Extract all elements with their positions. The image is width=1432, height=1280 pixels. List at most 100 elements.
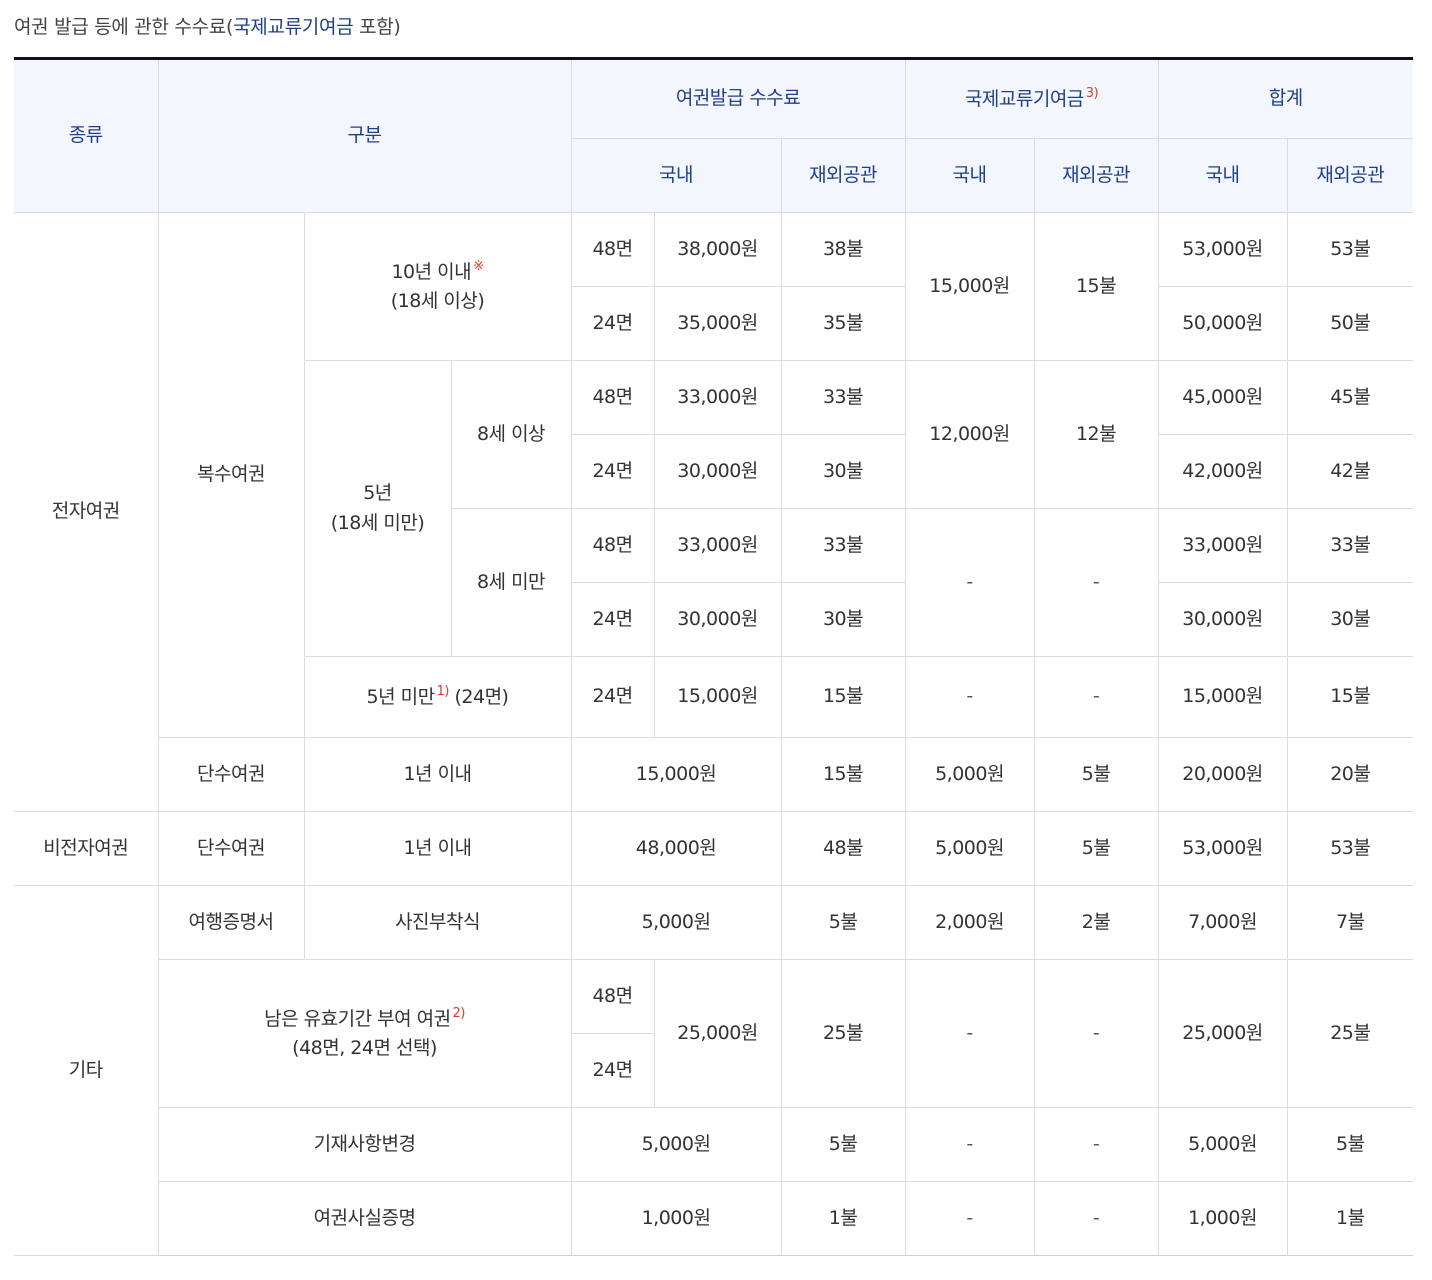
fee-overseas-cell: 5불 xyxy=(780,885,906,960)
fee-overseas-cell: 48불 xyxy=(780,811,906,886)
total-domestic-cell: 30,000원 xyxy=(1157,582,1288,657)
total-overseas-cell: 53불 xyxy=(1286,811,1414,886)
passport-fact-certificate: 여권사실증명 xyxy=(158,1181,572,1256)
contribution-overseas-cell: 15불 xyxy=(1033,212,1159,361)
header-intl-contribution: 국제교류기여금 3) xyxy=(904,58,1159,139)
contribution-domestic-cell: - xyxy=(904,959,1035,1108)
header-total: 합계 xyxy=(1157,58,1414,139)
total-domestic-cell: 45,000원 xyxy=(1157,360,1288,435)
table-header: 종류 구분 여권발급 수수료 국제교류기여금 3) 합계 국내 재외공관 국내 재… xyxy=(14,58,1414,213)
validity-10-years: 10년 이내 ※ (18세 이상) xyxy=(303,212,572,361)
total-domestic-cell: 50,000원 xyxy=(1157,286,1288,361)
pages-cell: 24면 xyxy=(571,1033,655,1108)
contribution-domestic-cell: - xyxy=(904,1181,1035,1256)
contribution-overseas-cell: - xyxy=(1033,959,1159,1108)
division-multiple: 복수여권 xyxy=(157,212,305,738)
age-adult-label: (18세 이상) xyxy=(390,290,485,312)
total-domestic-cell: 33,000원 xyxy=(1157,508,1288,583)
remaining-validity-pages: (48면, 24면 선택) xyxy=(292,1037,437,1059)
table-row: 기재사항변경 5,000원 5불 - - 5,000원 5불 xyxy=(14,1107,1414,1182)
contribution-overseas-cell: - xyxy=(1033,656,1159,738)
fee-domestic-cell: 30,000원 xyxy=(653,434,782,509)
contribution-domestic-cell: 5,000원 xyxy=(904,811,1035,886)
total-domestic-cell: 5,000원 xyxy=(1157,1107,1288,1182)
fee-overseas-cell: 33불 xyxy=(780,508,906,583)
pages-cell: 24면 xyxy=(571,582,655,657)
photo-attached-type: 사진부착식 xyxy=(303,885,572,960)
total-overseas-cell: 15불 xyxy=(1286,656,1414,738)
header-contribution-overseas: 재외공관 xyxy=(1033,138,1159,213)
contribution-domestic-cell: 2,000원 xyxy=(904,885,1035,960)
total-domestic-cell: 20,000원 xyxy=(1157,737,1288,812)
contribution-domestic-cell: 12,000원 xyxy=(904,360,1035,509)
total-overseas-cell: 45불 xyxy=(1286,360,1414,435)
fee-overseas-cell: 30불 xyxy=(780,434,906,509)
pages-cell: 48면 xyxy=(570,360,655,435)
validity-1-year: 1년 이내 xyxy=(303,737,572,812)
division-single: 단수여권 xyxy=(157,811,305,886)
contribution-overseas-cell: - xyxy=(1033,1107,1159,1182)
validity-under-5-label: 5년 미만 xyxy=(366,685,436,708)
kind-other: 기타 xyxy=(14,885,159,1256)
contribution-overseas-cell: 2불 xyxy=(1033,885,1159,960)
pages-cell: 48면 xyxy=(570,959,655,1034)
fee-overseas-cell: 15불 xyxy=(780,737,906,812)
remaining-validity-passport: 남은 유효기간 부여 여권 2) (48면, 24면 선택) xyxy=(158,959,572,1108)
fee-domestic-cell: 5,000원 xyxy=(570,1107,782,1182)
pages-cell: 24면 xyxy=(570,656,655,738)
fee-domestic-cell: 38,000원 xyxy=(653,212,782,287)
table-row: 남은 유효기간 부여 여권 2) (48면, 24면 선택) 48면 25,000원… xyxy=(14,959,1414,1108)
fee-overseas-cell: 15불 xyxy=(780,656,906,738)
table-row: 여권사실증명 1,000원 1불 - - 1,000원 1불 xyxy=(14,1181,1414,1256)
validity-1-year: 1년 이내 xyxy=(303,811,572,886)
contribution-domestic-cell: - xyxy=(904,508,1035,657)
caption-prefix: 여권 발급 등에 관한 수수료( xyxy=(14,16,234,38)
total-domestic-cell: 15,000원 xyxy=(1157,656,1288,738)
table-caption: 여권 발급 등에 관한 수수료(국제교류기여금 포함) xyxy=(14,12,401,39)
record-change: 기재사항변경 xyxy=(158,1107,572,1182)
header-division: 구분 xyxy=(157,58,572,213)
fee-domestic-cell: 35,000원 xyxy=(653,286,782,361)
fee-domestic-cell: 15,000원 xyxy=(570,737,782,812)
total-domestic-cell: 7,000원 xyxy=(1157,885,1288,960)
total-overseas-cell: 20불 xyxy=(1286,737,1414,812)
header-contribution-domestic: 국내 xyxy=(904,138,1035,213)
footnote-2-marker: 2) xyxy=(452,1005,466,1021)
fee-domestic-cell: 48,000원 xyxy=(570,811,782,886)
fee-domestic-cell: 33,000원 xyxy=(653,360,782,435)
contribution-overseas-cell: - xyxy=(1033,1181,1159,1256)
pages-cell: 48면 xyxy=(570,212,655,287)
total-domestic-cell: 53,000원 xyxy=(1157,811,1288,886)
fee-overseas-cell: 1불 xyxy=(780,1181,906,1256)
contribution-domestic-cell: 5,000원 xyxy=(904,737,1035,812)
contribution-domestic-cell: - xyxy=(904,656,1035,738)
fee-overseas-cell: 35불 xyxy=(780,286,906,361)
header-intl-contribution-label: 국제교류기여금 xyxy=(964,87,1084,110)
fee-overseas-cell: 5불 xyxy=(780,1107,906,1182)
header-kind: 종류 xyxy=(14,58,159,213)
fee-domestic-cell: 30,000원 xyxy=(653,582,782,657)
contribution-overseas-cell: - xyxy=(1033,508,1159,657)
fee-overseas-cell: 30불 xyxy=(780,582,906,657)
total-overseas-cell: 1불 xyxy=(1286,1181,1414,1256)
reference-mark: ※ xyxy=(473,258,484,274)
header-fee-domestic: 국내 xyxy=(571,138,782,213)
age-8-over: 8세 이상 xyxy=(450,360,572,509)
fee-overseas-cell: 25불 xyxy=(780,959,906,1108)
validity-5-years-label: 5년 xyxy=(363,482,392,505)
contribution-domestic-cell: - xyxy=(904,1107,1035,1182)
pages-cell: 48면 xyxy=(570,508,655,583)
total-domestic-cell: 42,000원 xyxy=(1157,434,1288,509)
table-body: 전자여권 복수여권 10년 이내 ※ (18세 이상) 48면 38,000원 38… xyxy=(14,212,1414,1256)
total-overseas-cell: 25불 xyxy=(1286,959,1414,1108)
fee-overseas-cell: 38불 xyxy=(780,212,906,287)
validity-10-years-label: 10년 이내 xyxy=(391,260,472,283)
fee-domestic-cell: 33,000원 xyxy=(653,508,782,583)
fee-overseas-cell: 33불 xyxy=(780,360,906,435)
fee-domestic-cell: 5,000원 xyxy=(570,885,782,960)
pages-cell: 24면 xyxy=(571,434,655,509)
kind-non-electronic: 비전자여권 xyxy=(14,811,159,886)
total-domestic-cell: 53,000원 xyxy=(1157,212,1288,287)
validity-5-years: 5년 (18세 미만) xyxy=(304,360,452,657)
total-domestic-cell: 25,000원 xyxy=(1157,959,1288,1108)
